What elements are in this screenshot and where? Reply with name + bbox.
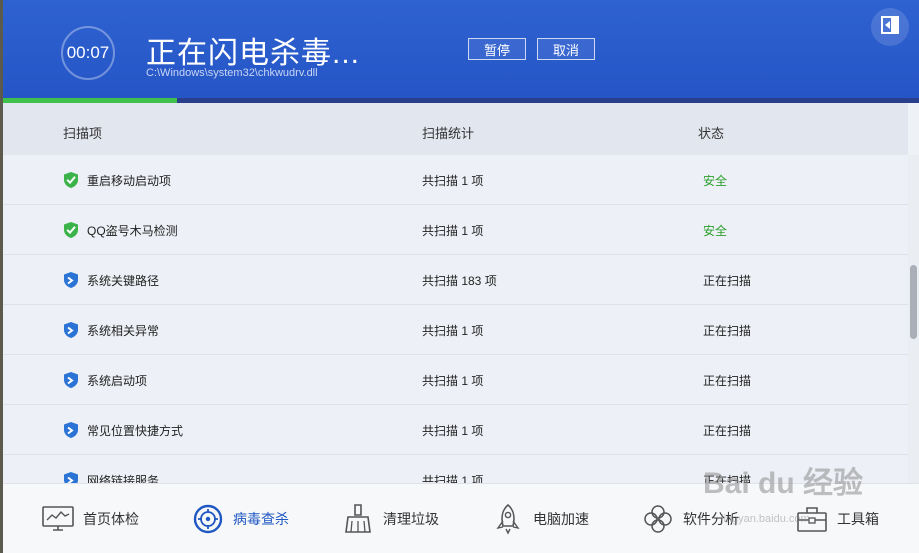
nav-item-speed-up[interactable]: 电脑加速 bbox=[491, 484, 589, 553]
col-header-stat: 扫描统计 bbox=[422, 126, 475, 141]
baidu-watermark-url: jingyan.baidu.com bbox=[721, 513, 810, 525]
check-shield-icon bbox=[63, 171, 79, 189]
exit-icon bbox=[880, 15, 900, 40]
table-row: 系统启动项 共扫描 1 项 正在扫描 bbox=[3, 355, 908, 405]
clover-icon bbox=[641, 502, 675, 536]
scan-item-stat: 共扫描 1 项 bbox=[422, 474, 484, 483]
scan-item-name: 系统启动项 bbox=[87, 374, 148, 388]
rocket-icon bbox=[491, 502, 525, 536]
col-header-item: 扫描项 bbox=[63, 126, 103, 141]
check-shield-icon bbox=[63, 221, 79, 239]
pause-button[interactable]: 暂停 bbox=[468, 38, 526, 60]
scan-item-name: 重启移动启动项 bbox=[87, 174, 172, 188]
nav-label: 工具箱 bbox=[837, 511, 879, 527]
nav-label: 电脑加速 bbox=[533, 511, 589, 527]
scan-item-stat: 共扫描 1 项 bbox=[422, 174, 484, 188]
table-header: 扫描项 扫描统计 状态 bbox=[3, 103, 908, 155]
nav-label: 清理垃圾 bbox=[383, 511, 439, 527]
nav-label: 病毒查杀 bbox=[233, 511, 289, 527]
scan-item-name: 常见位置快捷方式 bbox=[87, 424, 184, 438]
shield-icon bbox=[63, 371, 79, 389]
shield-icon bbox=[63, 321, 79, 339]
table-row: QQ盗号木马检测 共扫描 1 项 安全 bbox=[3, 205, 908, 255]
scan-item-state: 正在扫描 bbox=[703, 374, 752, 388]
table-row: 重启移动启动项 共扫描 1 项 安全 bbox=[3, 155, 908, 205]
list-scrollbar[interactable] bbox=[908, 155, 919, 483]
scan-item-state: 正在扫描 bbox=[703, 324, 752, 338]
scan-item-name: QQ盗号木马检测 bbox=[87, 224, 178, 238]
table-row: 系统关键路径 共扫描 183 项 正在扫描 bbox=[3, 255, 908, 305]
scan-item-stat: 共扫描 1 项 bbox=[422, 424, 484, 438]
shield-icon bbox=[63, 421, 79, 439]
scan-item-state: 安全 bbox=[703, 174, 728, 188]
scan-item-stat: 共扫描 1 项 bbox=[422, 324, 484, 338]
table-row: 系统相关异常 共扫描 1 项 正在扫描 bbox=[3, 305, 908, 355]
exit-button[interactable] bbox=[871, 8, 909, 46]
scan-item-state: 安全 bbox=[703, 224, 728, 238]
shield-icon bbox=[63, 271, 79, 289]
shield-icon bbox=[63, 471, 79, 483]
scan-item-stat: 共扫描 1 项 bbox=[422, 374, 484, 388]
table-row: 常见位置快捷方式 共扫描 1 项 正在扫描 bbox=[3, 405, 908, 455]
scan-title: 正在闪电杀毒... bbox=[146, 37, 361, 70]
scan-timer: 00:07 bbox=[61, 26, 115, 80]
cancel-button[interactable]: 取消 bbox=[537, 38, 595, 60]
scrollbar-thumb[interactable] bbox=[910, 265, 917, 339]
nav-label: 首页体检 bbox=[83, 511, 139, 527]
col-header-state: 状态 bbox=[698, 126, 725, 141]
scan-item-stat: 共扫描 183 项 bbox=[422, 274, 497, 288]
scan-item-state: 正在扫描 bbox=[703, 424, 752, 438]
scan-item-stat: 共扫描 1 项 bbox=[422, 224, 484, 238]
scan-header: 00:07 正在闪电杀毒... C:\Windows\system32\chkw… bbox=[3, 0, 919, 98]
scan-item-name: 系统关键路径 bbox=[87, 274, 160, 288]
monitor-icon bbox=[41, 502, 75, 536]
scan-item-state: 正在扫描 bbox=[703, 274, 752, 288]
scan-item-name: 网络链接服务 bbox=[87, 474, 160, 483]
baidu-watermark: Bai du 经验 bbox=[703, 467, 864, 500]
current-file-path: C:\Windows\system32\chkwudrv.dll bbox=[146, 67, 318, 79]
scan-item-name: 系统相关异常 bbox=[87, 324, 160, 338]
target-icon bbox=[191, 502, 225, 536]
broom-icon bbox=[341, 502, 375, 536]
nav-item-virus-scan[interactable]: 病毒查杀 bbox=[191, 484, 289, 553]
antivirus-window: 00:07 正在闪电杀毒... C:\Windows\system32\chkw… bbox=[3, 0, 919, 553]
nav-item-clean-junk[interactable]: 清理垃圾 bbox=[341, 484, 439, 553]
nav-item-home-checkup[interactable]: 首页体检 bbox=[41, 484, 139, 553]
scan-items-list: 重启移动启动项 共扫描 1 项 安全 QQ盗号木马检测 共扫描 1 项 安全 系… bbox=[3, 155, 908, 483]
